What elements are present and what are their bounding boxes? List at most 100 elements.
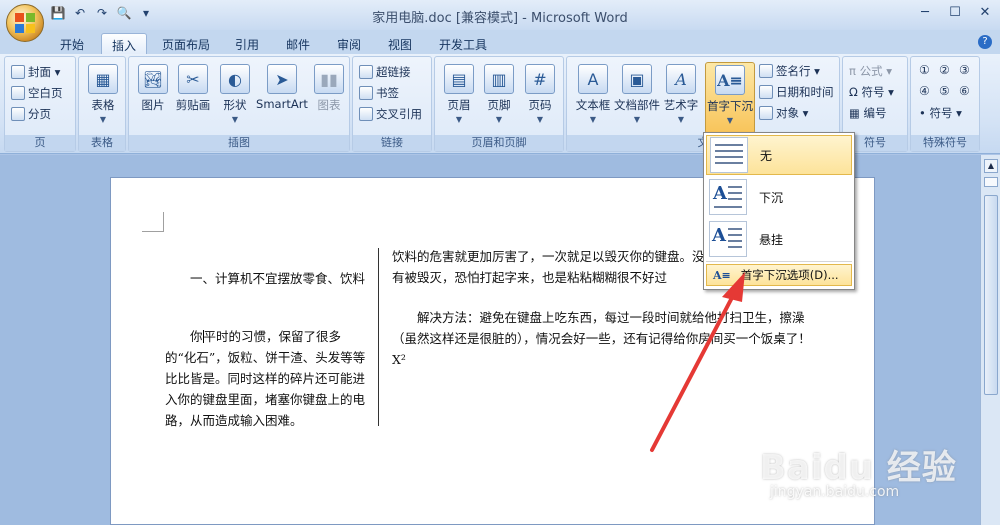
chevron-down-icon: ▼ [231,115,239,124]
dropcap-menu: 无 A 下沉 A 悬挂 A≡ 首字下沉选项(D)... [703,132,855,290]
signature-line-button[interactable]: 签名行 ▾ [759,62,820,80]
help-icon[interactable]: ? [978,35,992,49]
dropcap-margin-icon: A [709,221,747,257]
smartart-button[interactable]: ➤ SmartArt [253,62,311,134]
cross-reference-button[interactable]: 交叉引用 [359,105,422,123]
bookmark-button[interactable]: 书签 [359,84,399,102]
calendar-icon [759,85,773,99]
dropcap-none-option[interactable]: 无 [706,135,852,175]
close-button[interactable]: ✕ [978,5,992,20]
office-logo-icon [15,13,35,33]
circled-four[interactable]: ④ [919,84,930,98]
circled-two[interactable]: ② [939,63,950,77]
ruler-toggle-icon[interactable] [984,177,998,187]
baidu-watermark-logo: Baidu 经验 [760,448,957,488]
hyperlink-button[interactable]: 超链接 [359,63,411,81]
object-icon [759,106,773,120]
signature-icon [759,64,773,78]
object-button[interactable]: 对象 ▾ [759,104,808,122]
table-icon: ▦ [88,64,118,94]
cross-reference-icon [359,107,373,121]
more-symbols-button[interactable]: • 符号 ▾ [919,104,962,122]
column1-heading[interactable]: 一、计算机不宜摆放零食、饮料 [165,268,370,289]
dropcap-dropped-icon: A [709,179,747,215]
textbox-button[interactable]: A 文本框 ▼ [571,62,615,134]
column1-paragraph[interactable]: 你平时的习惯，保留了很多的“化石”，饭粒、饼干渣、头发等等比比皆是。同时这样的碎… [165,326,370,431]
shapes-button[interactable]: ◐ 形状 ▼ [215,62,255,134]
dropcap-dropped-option[interactable]: A 下沉 [706,177,852,217]
chevron-down-icon: ▼ [726,116,734,125]
dropcap-button[interactable]: A≡ 首字下沉 ▼ [705,62,755,134]
wordart-button[interactable]: A 艺术字 ▼ [661,62,701,134]
dropcap-options-item[interactable]: A≡ 首字下沉选项(D)... [706,264,852,286]
dropcap-margin-option[interactable]: A 悬挂 [706,219,852,259]
tab-review[interactable]: 审阅 [327,33,371,54]
tab-view[interactable]: 视图 [378,33,422,54]
date-time-button[interactable]: 日期和时间 [759,83,834,101]
group-tables: ▦ 表格 ▼ 表格 [78,56,126,152]
chevron-down-icon: ▼ [589,115,597,124]
circled-three[interactable]: ③ [959,63,970,77]
office-button[interactable] [6,4,44,42]
minimize-button[interactable]: ─ [918,5,932,20]
page-number-icon: # [525,64,555,94]
chevron-down-icon: ▼ [455,115,463,124]
circled-six[interactable]: ⑥ [959,84,970,98]
chevron-down-icon: ▼ [677,115,685,124]
page-break-icon [11,107,25,121]
tab-page-layout[interactable]: 页面布局 [152,33,220,54]
scroll-up-icon[interactable]: ▲ [984,159,998,173]
chevron-down-icon: ▼ [99,115,107,124]
tab-references[interactable]: 引用 [225,33,269,54]
chevron-down-icon: ▼ [495,115,503,124]
symbol-button[interactable]: Ω 符号 ▾ [849,83,894,101]
dropcap-icon: A≡ [715,65,745,95]
circled-one[interactable]: ① [919,63,930,77]
header-button[interactable]: ▤ 页眉 ▼ [439,62,479,134]
group-links: 超链接 书签 交叉引用 链接 [352,56,432,152]
globe-link-icon [359,65,373,79]
dropcap-small-icon: A≡ [713,268,731,282]
tab-home[interactable]: 开始 [50,33,94,54]
chart-button[interactable]: ▮▮ 图表 [309,62,349,134]
column2-paragraph-1[interactable]: 饮料的危害就更加厉害了，一次就足以毁灭你的键盘。没有被毁灭，恐怕打起字来，也是粘… [392,246,712,288]
group-label-links: 链接 [353,135,431,151]
chart-icon: ▮▮ [314,64,344,94]
numbering-button[interactable]: ▦ 编号 [849,104,887,122]
scroll-thumb[interactable] [984,195,998,395]
chevron-down-icon: ▼ [536,115,544,124]
maximize-button[interactable]: ☐ [948,5,962,20]
group-special-symbols: ① ② ③ ④ ⑤ ⑥ • 符号 ▾ 特殊符号 [910,56,980,152]
shapes-icon: ◐ [220,64,250,94]
circled-five[interactable]: ⑤ [939,84,950,98]
tab-insert[interactable]: 插入 [101,33,148,54]
title-bar: 💾 ↶ ↷ 🔍 ▾ 家用电脑.doc [兼容模式] - Microsoft Wo… [0,0,1000,42]
equation-button[interactable]: π 公式 ▾ [849,62,892,80]
blank-page-button[interactable]: 空白页 [11,84,63,102]
smartart-icon: ➤ [267,64,297,94]
clipart-button[interactable]: ✂ 剪贴画 [173,62,213,134]
ribbon-tabs: 开始 插入 页面布局 引用 邮件 审阅 视图 开发工具 ? [0,30,1000,54]
group-label-pages: 页 [5,135,75,151]
table-button[interactable]: ▦ 表格 ▼ [83,62,123,134]
window-title: 家用电脑.doc [兼容模式] - Microsoft Word [372,11,628,26]
group-label-tables: 表格 [79,135,125,151]
page-number-button[interactable]: # 页码 ▼ [520,62,560,134]
picture-button[interactable]: 🏞 图片 [133,62,173,134]
footer-button[interactable]: ▥ 页脚 ▼ [479,62,519,134]
cover-page-button[interactable]: 封面 ▾ [11,63,60,81]
tab-developer[interactable]: 开发工具 [429,33,497,54]
dropcap-none-icon [710,137,748,173]
baidu-watermark-url: jingyan.baidu.com [770,484,900,500]
quick-parts-button[interactable]: ▣ 文档部件 ▼ [613,62,661,134]
margin-corner-mark [142,212,164,232]
footer-icon: ▥ [484,64,514,94]
group-label-header-footer: 页眉和页脚 [435,135,563,151]
page-break-button[interactable]: 分页 [11,105,51,123]
column2-paragraph-2[interactable]: 解决方法：避免在键盘上吃东西，每过一段时间就给他打扫卫生，擦澡（虽然这样还是很脏… [392,307,822,370]
menu-separator [706,261,852,262]
group-label-special-symbols: 特殊符号 [911,135,979,151]
window-controls: ─ ☐ ✕ [918,5,992,20]
vertical-scrollbar[interactable]: ▲ [980,155,1000,525]
tab-mailings[interactable]: 邮件 [276,33,320,54]
